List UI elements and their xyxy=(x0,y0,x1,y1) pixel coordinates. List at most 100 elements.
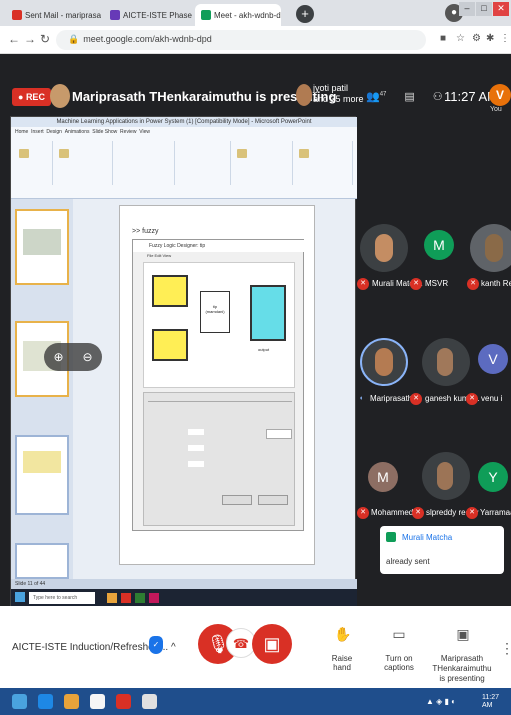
fis-rule-block[interactable]: tip (mamdani) xyxy=(200,291,230,333)
tab-label: Sent Mail - mariprasat@kum xyxy=(25,10,101,20)
url-text: meet.google.com/akh-wdnb-dpd xyxy=(83,34,212,44)
camera-toggle-button[interactable]: ▣ xyxy=(252,624,292,664)
tab-meet[interactable]: Meet - akh-wdnb-dpd ● xyxy=(195,4,281,26)
present-icon[interactable]: ▣ xyxy=(456,626,470,643)
hang-up-icon: ☎ xyxy=(232,636,250,651)
app-icon[interactable] xyxy=(142,694,157,709)
joined-more: and 35 more xyxy=(313,94,364,104)
avatar: M xyxy=(368,462,398,492)
slide-title: >> fuzzy xyxy=(132,228,159,235)
find-icon[interactable] xyxy=(299,149,309,158)
media-icon[interactable] xyxy=(90,694,105,709)
avatar xyxy=(50,84,70,108)
meet-top-bar xyxy=(0,54,511,116)
windows-start-icon[interactable] xyxy=(12,694,27,709)
paste-icon[interactable] xyxy=(19,149,29,158)
shield-icon[interactable]: ✓ xyxy=(149,636,163,654)
chat-icon[interactable]: ▤ xyxy=(404,90,414,103)
output-mf-block[interactable] xyxy=(250,285,286,341)
gmail-icon xyxy=(12,10,22,20)
shared-windows-taskbar: Type here to search xyxy=(11,589,357,607)
input-mf-block[interactable] xyxy=(152,275,188,307)
variable-name-input[interactable] xyxy=(266,429,292,439)
close-button[interactable] xyxy=(258,495,288,505)
avatar: Y xyxy=(478,462,508,492)
property-field[interactable] xyxy=(188,429,204,435)
zoom-out-icon[interactable]: ⊖ xyxy=(82,350,92,364)
slide-thumbnail[interactable] xyxy=(15,209,69,285)
activities-icon[interactable]: ⚇ xyxy=(433,90,443,103)
folder-icon[interactable] xyxy=(64,694,79,709)
input-mf-block[interactable] xyxy=(152,329,188,361)
meet-icon xyxy=(201,10,211,20)
presenting-line1: Mariprasath THenkaraimuthu xyxy=(432,654,492,673)
ribbon-group-paragraph xyxy=(175,141,231,185)
captions-icon[interactable]: ▭ xyxy=(392,626,406,643)
windows-start-icon xyxy=(15,592,25,602)
joined-name: jyoti patil xyxy=(313,83,349,93)
chevron-up-icon: ^ xyxy=(170,642,176,653)
avatar[interactable]: V xyxy=(489,84,511,106)
camera-site-icon[interactable]: ■ xyxy=(440,33,446,44)
slide-thumbnail[interactable] xyxy=(15,543,69,579)
avatar xyxy=(470,224,511,272)
slide-thumbnail[interactable] xyxy=(15,435,69,515)
avatar xyxy=(296,84,312,106)
browser-tab-bar: Sent Mail - mariprasat@kum ✕ AICTE-ISTE … xyxy=(0,0,511,26)
recording-badge: ● REC xyxy=(12,88,51,106)
extension-icon[interactable]: ⚙ xyxy=(472,33,481,44)
mic-off-icon: ✕ xyxy=(357,278,369,290)
menu-icon[interactable]: ⋮ xyxy=(500,33,510,44)
back-icon[interactable]: ← xyxy=(8,32,20,46)
tab-attendance[interactable]: AICTE-ISTE Phase 1 attendance ✕ xyxy=(104,4,192,26)
chrome-icon xyxy=(121,593,131,603)
ie-icon[interactable] xyxy=(38,694,53,709)
raise-hand-button[interactable]: Raise hand xyxy=(322,654,362,672)
participant-name: kanth Reddy xyxy=(481,279,511,288)
participant-name: venu i xyxy=(481,394,503,403)
chat-message: already sent xyxy=(386,557,430,566)
property-field[interactable] xyxy=(188,445,204,451)
slide-thumbnails xyxy=(11,199,73,579)
participant-name: MSVR xyxy=(425,279,449,288)
chat-icon xyxy=(386,532,396,542)
participant-count: 47 xyxy=(379,91,387,98)
participant-name: Yarramaadha... xyxy=(480,508,511,517)
rec-dot-icon: ● xyxy=(18,92,26,102)
window-controls: – □ ✕ xyxy=(459,2,509,16)
presenting-button[interactable]: Mariprasath THenkaraimuthu is presenting xyxy=(420,654,504,684)
ribbon-tabs: Home Insert Design Animations Slide Show… xyxy=(15,129,150,135)
puzzle-icon[interactable]: ✱ xyxy=(486,33,494,44)
tab-gmail[interactable]: Sent Mail - mariprasat@kum ✕ xyxy=(6,4,101,26)
share-controls-overlay: ⊕ ⊖ xyxy=(44,343,102,371)
ribbon-group-drawing xyxy=(231,141,293,185)
more-options-icon[interactable]: ⋮ xyxy=(500,640,511,657)
help-button[interactable] xyxy=(222,495,252,505)
output-label: output xyxy=(258,347,270,352)
new-slide-icon[interactable] xyxy=(59,149,69,158)
reload-icon[interactable]: ↻ xyxy=(40,32,50,46)
avatar xyxy=(360,224,408,272)
chrome-icon[interactable] xyxy=(116,694,131,709)
chat-notification[interactable]: Murali Matcha already sent xyxy=(380,526,504,574)
raise-hand-icon[interactable]: ✋ xyxy=(334,626,351,643)
ribbon-group-editing xyxy=(293,141,353,185)
people-icon[interactable]: 👥47 xyxy=(366,90,386,103)
property-field[interactable] xyxy=(188,461,204,467)
zoom-in-icon[interactable]: ⊕ xyxy=(53,350,63,364)
star-icon[interactable]: ☆ xyxy=(456,33,465,44)
avatar xyxy=(422,452,470,500)
new-tab-button[interactable]: + xyxy=(296,5,314,23)
close-window-icon[interactable]: ✕ xyxy=(493,2,509,16)
shapes-icon[interactable] xyxy=(237,149,247,158)
current-slide: >> fuzzy Fuzzy Logic Designer: tip File … xyxy=(119,205,315,565)
minimize-icon[interactable]: – xyxy=(459,2,475,16)
system-tray-icons: ▲ ◈ ▮ ◐ xyxy=(426,697,456,706)
ppt-status-bar: Slide 11 of 44 xyxy=(11,579,357,589)
forward-icon[interactable]: → xyxy=(24,32,36,46)
url-input[interactable]: 🔒 meet.google.com/akh-wdnb-dpd xyxy=(56,30,426,50)
maximize-icon[interactable]: □ xyxy=(476,2,492,16)
mic-off-icon: ✕ xyxy=(357,507,369,519)
you-label: You xyxy=(490,106,502,113)
fis-type: (mamdani) xyxy=(205,309,225,314)
